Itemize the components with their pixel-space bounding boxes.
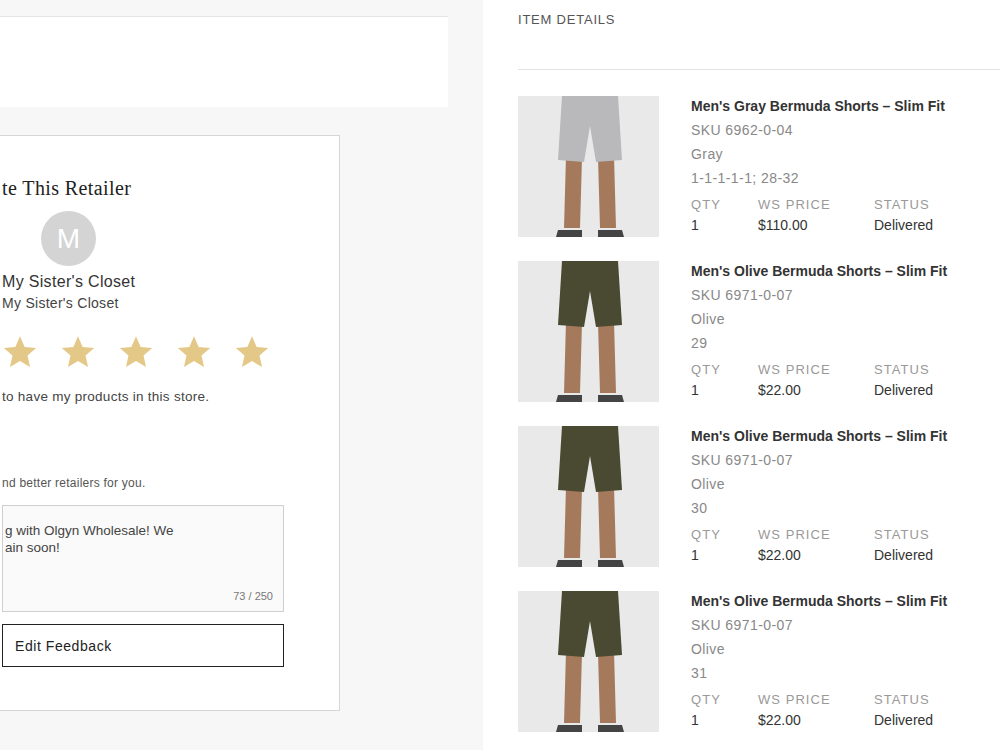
rate-retailer-card: te This Retailer M My Sister's Closet My Si… — [0, 135, 340, 711]
item-sku: SKU 6971-0-07 — [691, 448, 947, 472]
item-fields: QTYWS PRICESTATUS 1$22.00Delivered — [691, 360, 947, 400]
feedback-line: g with Olgyn Wholesale! We — [5, 522, 273, 539]
retailer-name: My Sister's Closet — [2, 272, 339, 292]
star-icon[interactable] — [234, 334, 270, 370]
button-label: Edit Feedback — [15, 637, 112, 655]
section-title: ITEM DETAILS — [518, 0, 1000, 70]
item-sku: SKU 6971-0-07 — [691, 613, 947, 637]
retailer-avatar: M — [41, 211, 96, 266]
item-info: Men's Gray Bermuda Shorts – Slim FitSKU … — [691, 94, 945, 237]
item-color: Olive — [691, 472, 947, 496]
avatar-letter: M — [57, 225, 80, 253]
product-photo — [518, 96, 659, 237]
item-price: $22.00 — [758, 380, 874, 400]
order-item: Men's Olive Bermuda Shorts – Slim FitSKU… — [518, 261, 1000, 402]
field-label: QTY — [691, 525, 758, 545]
product-photo — [518, 591, 659, 732]
field-label: QTY — [691, 360, 758, 380]
feedback-line: ain soon! — [5, 539, 273, 556]
item-qty: 1 — [691, 215, 758, 235]
star-icon[interactable] — [2, 334, 38, 370]
top-panel — [0, 16, 448, 107]
field-label: STATUS — [874, 195, 945, 215]
field-label: WS PRICE — [758, 690, 874, 710]
item-size: 1-1-1-1-1; 28-32 — [691, 166, 945, 190]
item-sku: SKU 6962-0-04 — [691, 118, 945, 142]
field-label: STATUS — [874, 360, 947, 380]
star-icon[interactable] — [118, 334, 154, 370]
star-rating[interactable] — [2, 334, 339, 370]
card-heading: te This Retailer — [2, 176, 339, 200]
item-fields: QTYWS PRICESTATUS 1$110.00Delivered — [691, 195, 945, 235]
item-qty: 1 — [691, 710, 758, 730]
item-price: $110.00 — [758, 215, 874, 235]
shorts-icon — [518, 96, 659, 237]
edit-feedback-button[interactable]: Edit Feedback — [2, 624, 284, 667]
item-price: $22.00 — [758, 545, 874, 565]
item-status: Delivered — [874, 545, 947, 565]
item-info: Men's Olive Bermuda Shorts – Slim FitSKU… — [691, 424, 947, 567]
field-label: QTY — [691, 690, 758, 710]
shorts-icon — [518, 261, 659, 402]
item-status: Delivered — [874, 710, 947, 730]
item-fields: QTYWS PRICESTATUS 1$22.00Delivered — [691, 525, 947, 565]
product-photo — [518, 261, 659, 402]
feedback-textarea[interactable]: g with Olgyn Wholesale! Weain soon! 73 / … — [2, 505, 284, 612]
item-size: 30 — [691, 496, 947, 520]
item-size: 31 — [691, 661, 947, 685]
rating-text: to have my products in this store. — [2, 388, 339, 406]
item-name[interactable]: Men's Gray Bermuda Shorts – Slim Fit — [691, 94, 945, 118]
star-icon[interactable] — [176, 334, 212, 370]
field-label: STATUS — [874, 525, 947, 545]
counter-row: 73 / 250 — [5, 589, 273, 603]
item-name[interactable]: Men's Olive Bermuda Shorts – Slim Fit — [691, 589, 947, 613]
field-label: WS PRICE — [758, 360, 874, 380]
item-sku: SKU 6971-0-07 — [691, 283, 947, 307]
helper-text: nd better retailers for you. — [2, 476, 339, 490]
item-status: Delivered — [874, 215, 945, 235]
shorts-icon — [518, 426, 659, 567]
item-price: $22.00 — [758, 710, 874, 730]
field-label: WS PRICE — [758, 195, 874, 215]
item-color: Olive — [691, 637, 947, 661]
product-photo — [518, 426, 659, 567]
item-name[interactable]: Men's Olive Bermuda Shorts – Slim Fit — [691, 259, 947, 283]
order-item: Men's Olive Bermuda Shorts – Slim FitSKU… — [518, 426, 1000, 567]
item-color: Gray — [691, 142, 945, 166]
star-icon[interactable] — [60, 334, 96, 370]
order-item: Men's Olive Bermuda Shorts – Slim FitSKU… — [518, 591, 1000, 732]
char-counter: 73 / 250 — [233, 589, 273, 603]
field-label: WS PRICE — [758, 525, 874, 545]
field-label: STATUS — [874, 690, 947, 710]
item-color: Olive — [691, 307, 947, 331]
item-size: 29 — [691, 331, 947, 355]
order-item: Men's Gray Bermuda Shorts – Slim FitSKU … — [518, 96, 1000, 237]
shorts-icon — [518, 591, 659, 732]
item-qty: 1 — [691, 545, 758, 565]
item-name[interactable]: Men's Olive Bermuda Shorts – Slim Fit — [691, 424, 947, 448]
retailer-subname: My Sister's Closet — [2, 294, 339, 312]
field-label: QTY — [691, 195, 758, 215]
item-info: Men's Olive Bermuda Shorts – Slim FitSKU… — [691, 589, 947, 732]
item-qty: 1 — [691, 380, 758, 400]
item-fields: QTYWS PRICESTATUS 1$22.00Delivered — [691, 690, 947, 730]
item-status: Delivered — [874, 380, 947, 400]
item-info: Men's Olive Bermuda Shorts – Slim FitSKU… — [691, 259, 947, 402]
